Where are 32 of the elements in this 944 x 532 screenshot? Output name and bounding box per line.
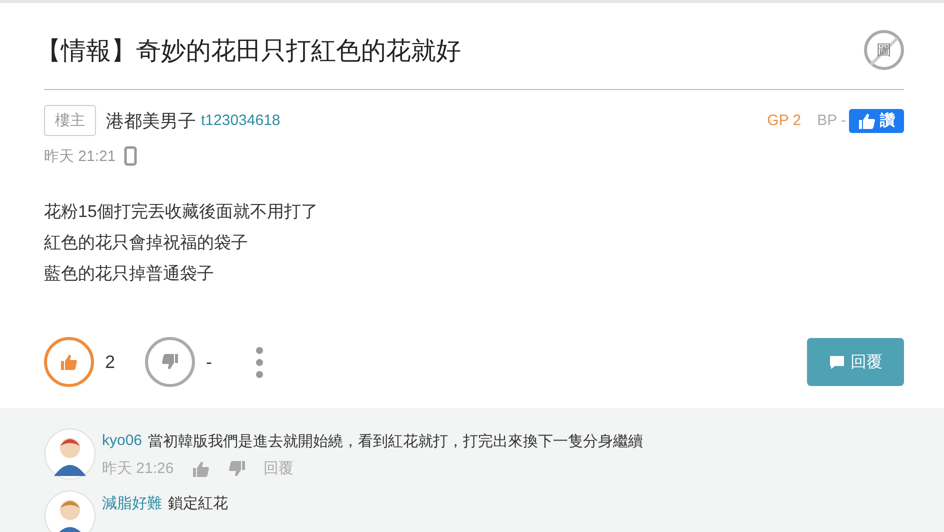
comment-text: 當初韓版我們是進去就開始繞，看到紅花就打，打完出來換下一隻分身繼續	[148, 432, 644, 451]
like-button[interactable]: 讚	[849, 108, 904, 132]
user-avatar[interactable]	[44, 428, 96, 480]
more-options-icon[interactable]	[256, 346, 264, 378]
bp-count: BP -	[817, 112, 846, 129]
post-text-line: 花粉15個打完丟收藏後面就不用打了	[44, 201, 319, 223]
thumbs-up-icon	[858, 112, 876, 130]
post-title: 【情報】奇妙的花田只打紅色的花就好	[36, 36, 461, 66]
no-image-icon: 圖	[864, 30, 904, 70]
post-text-line: 紅色的花只會掉祝福的袋子	[44, 232, 249, 254]
gp-count: GP 2	[767, 112, 802, 129]
comment-time: 昨天 21:26	[102, 459, 174, 478]
comment-user[interactable]: kyo06	[102, 432, 142, 451]
comment-text: 鎖定紅花	[168, 494, 228, 513]
speech-bubble-icon	[828, 354, 844, 370]
floor-badge: 樓主	[44, 105, 96, 136]
thumbs-down-icon	[161, 353, 180, 371]
thumbs-up-icon[interactable]	[192, 460, 210, 478]
post-time: 昨天 21:21	[44, 146, 116, 166]
vote-count: 2	[105, 352, 116, 372]
downvote-button[interactable]	[145, 337, 196, 387]
comment-reply-link[interactable]: 回覆	[264, 459, 294, 478]
author-account[interactable]: t123034618	[201, 112, 280, 129]
comment-user[interactable]: 減脂好難	[102, 494, 162, 513]
vote-count: -	[206, 352, 212, 372]
thumbs-up-icon	[60, 353, 78, 371]
thumbs-down-icon[interactable]	[228, 460, 246, 478]
user-avatar[interactable]	[44, 490, 96, 532]
reply-button[interactable]: 回覆	[807, 338, 904, 386]
author-name[interactable]: 港都美男子	[106, 108, 196, 132]
post-text-line: 藍色的花只掉普通袋子	[44, 263, 215, 285]
upvote-button[interactable]	[44, 337, 94, 387]
